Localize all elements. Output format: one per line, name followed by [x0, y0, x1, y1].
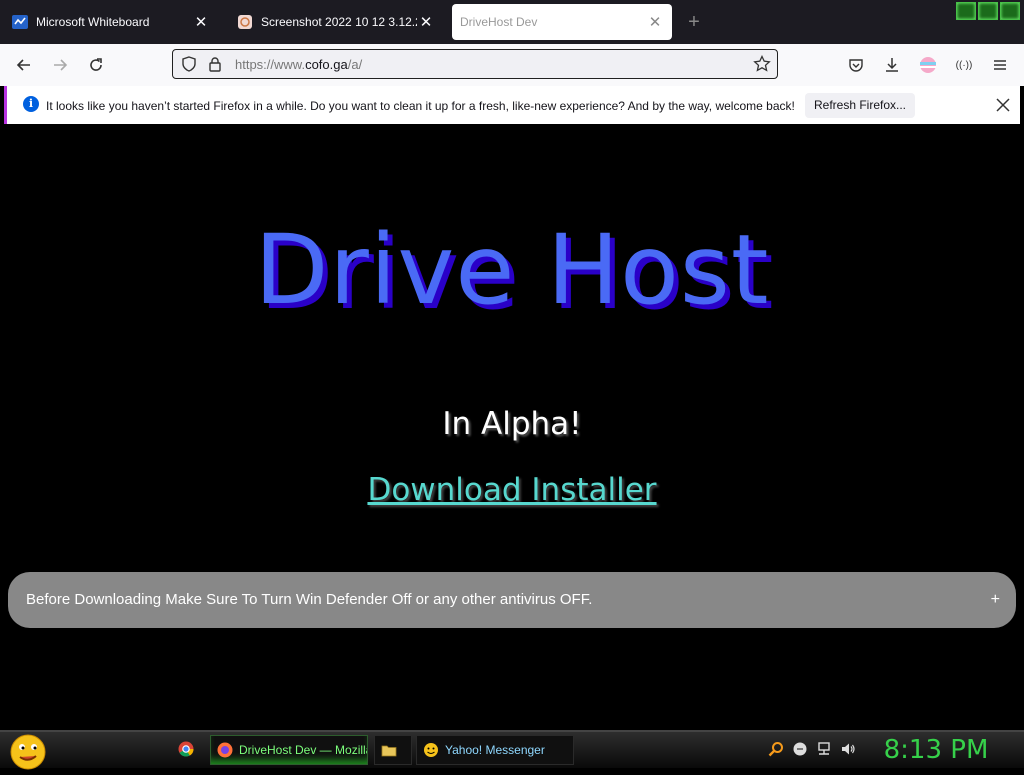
start-button[interactable]	[8, 732, 48, 770]
window-controls[interactable]	[956, 2, 1020, 20]
hamburger-menu-icon	[994, 60, 1006, 70]
site-title: Drive Host	[254, 214, 770, 326]
tab-microsoft-whiteboard[interactable]: Microsoft Whiteboard ✕	[4, 4, 218, 40]
notice-text: Before Downloading Make Sure To Turn Win…	[26, 591, 593, 608]
notification-message: It looks like you haven’t started Firefo…	[46, 99, 795, 113]
downloads-button[interactable]	[880, 53, 904, 77]
menu-button[interactable]	[988, 53, 1012, 77]
expand-plus-icon[interactable]: +	[991, 572, 1000, 628]
url-path: /a/	[347, 57, 363, 72]
folder-icon	[381, 742, 397, 758]
whiteboard-icon	[12, 14, 28, 30]
web-page: Drive Host In Alpha! Download Installer …	[0, 128, 1024, 730]
tab-screenshot[interactable]: Screenshot 2022 10 12 3.12.27 PM ✕	[229, 4, 443, 40]
reload-icon	[90, 58, 102, 71]
firefox-icon	[217, 742, 233, 758]
back-button[interactable]	[12, 53, 36, 77]
navigation-toolbar: https://www.cofo.ga/a/ ((·))	[0, 44, 1024, 86]
volume-icon[interactable]	[840, 741, 856, 757]
smiley-start-icon	[10, 734, 46, 770]
smiley-icon	[423, 742, 439, 758]
system-tray	[768, 741, 856, 757]
avatar-icon	[920, 57, 936, 73]
close-icon[interactable]: ✕	[646, 13, 664, 31]
forward-arrow-icon	[54, 59, 68, 71]
taskbar-clock[interactable]: 8:13 PM	[874, 735, 998, 765]
refresh-firefox-button[interactable]: Refresh Firefox...	[805, 93, 915, 118]
image-icon	[237, 14, 253, 30]
url-domain: cofo.ga	[305, 57, 348, 72]
taskbar-label: Yahoo! Messenger	[445, 743, 545, 757]
status-icon[interactable]	[792, 741, 808, 757]
tab-title: Microsoft Whiteboard	[36, 15, 150, 29]
alpha-label: In Alpha!	[442, 406, 582, 442]
antivirus-notice-accordion[interactable]: Before Downloading Make Sure To Turn Win…	[8, 572, 1016, 628]
url-prefix: https://www.	[235, 57, 306, 72]
taskbar: DriveHost Dev — Mozilla Firefox Yahoo! M…	[0, 730, 1024, 770]
search-icon[interactable]	[768, 741, 784, 757]
taskbar-yahoo-messenger[interactable]: Yahoo! Messenger	[416, 735, 574, 765]
url-text: https://www.cofo.ga/a/	[235, 57, 362, 72]
download-installer-link[interactable]: Download Installer	[0, 472, 1024, 508]
url-bar[interactable]: https://www.cofo.ga/a/	[172, 49, 778, 79]
info-icon: i	[23, 96, 39, 112]
tab-title: DriveHost Dev	[460, 15, 538, 29]
close-icon[interactable]: ✕	[417, 13, 435, 31]
close-icon[interactable]: ✕	[192, 13, 210, 31]
bookmark-star-icon[interactable]	[753, 54, 771, 78]
forward-button[interactable]	[48, 53, 72, 77]
tab-bar: Microsoft Whiteboard ✕ Screenshot 2022 1…	[0, 0, 1024, 44]
network-icon[interactable]	[816, 741, 832, 757]
account-button[interactable]	[916, 53, 940, 77]
reload-button[interactable]	[84, 53, 108, 77]
taskbar-firefox-window[interactable]: DriveHost Dev — Mozilla Firefox	[210, 735, 368, 765]
shield-icon[interactable]	[181, 56, 197, 77]
extension-button[interactable]: ((·))	[952, 53, 976, 77]
refresh-notification-bar: i It looks like you haven’t started Fire…	[4, 86, 1020, 124]
new-tab-icon[interactable]: +	[684, 12, 704, 32]
tab-title: Screenshot 2022 10 12 3.12.27 PM	[261, 15, 417, 29]
lock-icon[interactable]	[207, 56, 223, 77]
taskbar-explorer-window[interactable]	[374, 735, 412, 765]
pocket-button[interactable]	[844, 53, 868, 77]
extension-icon: ((·))	[955, 59, 973, 71]
back-arrow-icon	[16, 59, 30, 71]
pocket-icon	[849, 59, 863, 72]
download-icon	[886, 58, 898, 72]
taskbar-label: DriveHost Dev — Mozilla Firefox	[239, 743, 367, 757]
close-icon[interactable]	[993, 95, 1013, 115]
chrome-icon[interactable]	[178, 741, 194, 757]
tab-drivehost-dev[interactable]: DriveHost Dev ✕	[452, 4, 672, 40]
